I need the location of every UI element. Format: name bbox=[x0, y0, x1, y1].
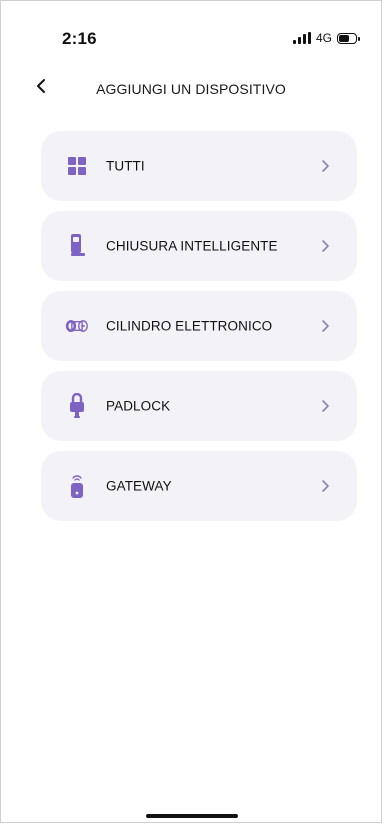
status-bar: 2:16 4G bbox=[1, 1, 381, 51]
chevron-right-icon bbox=[322, 480, 329, 492]
device-list: TUTTI CHIUSURA INTELLIGENTE CILINDRO ELE… bbox=[41, 131, 357, 531]
device-item-label: GATEWAY bbox=[106, 478, 172, 494]
page-title: AGGIUNGI UN DISPOSITIVO bbox=[96, 81, 286, 97]
chevron-right-icon bbox=[322, 160, 329, 172]
status-indicators: 4G bbox=[292, 31, 360, 45]
chevron-right-icon bbox=[322, 320, 329, 332]
device-item-label: PADLOCK bbox=[106, 398, 171, 414]
battery-icon bbox=[337, 32, 360, 44]
status-time: 2:16 bbox=[62, 29, 97, 48]
network-label: 4G bbox=[315, 31, 332, 45]
smart-lock-icon bbox=[65, 233, 89, 259]
header: AGGIUNGI UN DISPOSITIVO bbox=[1, 71, 381, 107]
electronic-cylinder-icon bbox=[65, 313, 89, 339]
home-indicator[interactable] bbox=[146, 814, 238, 818]
device-item-tutti[interactable]: TUTTI bbox=[41, 131, 357, 201]
device-item-padlock[interactable]: PADLOCK bbox=[41, 371, 357, 441]
chevron-right-icon bbox=[322, 240, 329, 252]
gateway-icon bbox=[65, 473, 89, 499]
signal-strength-icon bbox=[292, 32, 311, 44]
device-item-chiusura-intelligente[interactable]: CHIUSURA INTELLIGENTE bbox=[41, 211, 357, 281]
device-item-label: TUTTI bbox=[106, 158, 145, 174]
chevron-right-icon bbox=[322, 400, 329, 412]
device-item-label: CILINDRO ELETTRONICO bbox=[106, 318, 273, 334]
screen: 2:16 4G AGGIUNGI UN DISPOSITIVO TUTTI CH… bbox=[0, 0, 382, 823]
grid-icon bbox=[65, 153, 89, 179]
device-item-gateway[interactable]: GATEWAY bbox=[41, 451, 357, 521]
device-item-label: CHIUSURA INTELLIGENTE bbox=[106, 238, 278, 254]
device-item-cilindro-elettronico[interactable]: CILINDRO ELETTRONICO bbox=[41, 291, 357, 361]
padlock-icon bbox=[65, 393, 89, 419]
